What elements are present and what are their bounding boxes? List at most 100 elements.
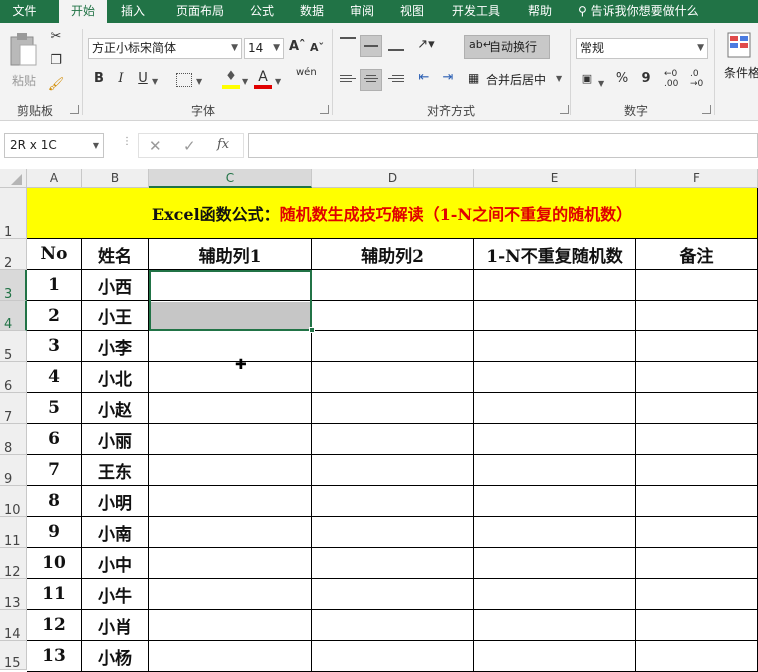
table-cell[interactable]	[312, 486, 474, 517]
grow-font-icon[interactable]: Aˆ	[289, 39, 306, 54]
select-all-corner[interactable]	[0, 169, 27, 188]
orientation-icon[interactable]: ↗▾	[414, 37, 438, 52]
column-header-b[interactable]: B	[82, 169, 149, 188]
tab-data[interactable]: 数据	[290, 0, 334, 23]
tab-view[interactable]: 视图	[390, 0, 434, 23]
table-cell[interactable]	[474, 579, 636, 610]
table-cell[interactable]	[474, 610, 636, 641]
table-cell[interactable]	[149, 610, 312, 641]
table-cell[interactable]: 小赵	[82, 393, 149, 424]
column-header-a[interactable]: A	[27, 169, 82, 188]
row-header[interactable]: 2	[0, 239, 27, 271]
table-cell[interactable]	[636, 393, 758, 424]
increase-indent-icon[interactable]: ⇥	[438, 70, 458, 85]
tab-help[interactable]: 帮助	[518, 0, 562, 23]
table-cell[interactable]: 小牛	[82, 579, 149, 610]
table-cell[interactable]	[312, 393, 474, 424]
borders-icon[interactable]	[176, 73, 192, 87]
bottom-align-icon[interactable]	[388, 37, 404, 51]
table-cell[interactable]	[474, 517, 636, 548]
table-cell[interactable]: 王东	[82, 455, 149, 486]
name-box[interactable]: 2R x 1C ▼	[4, 133, 104, 158]
table-cell[interactable]: 小肖	[82, 610, 149, 641]
table-cell[interactable]	[636, 455, 758, 486]
table-header-cell[interactable]: 备注	[636, 239, 758, 270]
table-header-cell[interactable]: 辅助列2	[312, 239, 474, 270]
number-format-select[interactable]: 常规 ▼	[576, 38, 708, 59]
table-cell[interactable]: 小北	[82, 362, 149, 393]
cut-icon[interactable]: ✂	[46, 29, 66, 44]
alignment-launcher[interactable]	[560, 105, 569, 114]
merge-center-button[interactable]: ▦ 合并后居中 ▼	[466, 71, 562, 91]
cancel-icon[interactable]: ✕	[149, 137, 162, 155]
table-cell[interactable]	[636, 579, 758, 610]
table-cell[interactable]	[636, 548, 758, 579]
table-cell[interactable]: 小西	[82, 270, 149, 301]
decrease-indent-icon[interactable]: ⇤	[414, 70, 434, 85]
row-header[interactable]: 13	[0, 579, 27, 611]
table-cell[interactable]	[312, 517, 474, 548]
tell-me-search[interactable]: ⚲ 告诉我你想要做什么	[578, 0, 699, 23]
paste-button[interactable]: 粘贴	[6, 31, 42, 91]
table-cell[interactable]	[636, 517, 758, 548]
table-cell[interactable]	[312, 610, 474, 641]
decrease-decimal-icon[interactable]: .0 →0	[690, 69, 703, 89]
table-cell[interactable]	[636, 610, 758, 641]
top-align-icon[interactable]	[340, 37, 356, 51]
tab-formulas[interactable]: 公式	[240, 0, 284, 23]
table-cell[interactable]	[474, 270, 636, 301]
align-right-icon[interactable]	[388, 73, 404, 84]
font-launcher[interactable]	[320, 105, 329, 114]
table-cell[interactable]	[312, 641, 474, 672]
tab-page-layout[interactable]: 页面布局	[164, 0, 236, 23]
row-header[interactable]: 6	[0, 362, 27, 394]
table-header-cell[interactable]: 姓名	[82, 239, 149, 270]
table-cell[interactable]: 3	[27, 331, 82, 362]
accounting-format-icon[interactable]: ▣	[578, 72, 596, 85]
table-cell[interactable]: 13	[27, 641, 82, 672]
table-cell[interactable]	[149, 455, 312, 486]
table-cell[interactable]	[636, 331, 758, 362]
chevron-down-icon[interactable]: ▼	[275, 77, 281, 86]
formula-input[interactable]	[248, 133, 758, 158]
row-header[interactable]: 14	[0, 610, 27, 642]
table-cell[interactable]	[474, 486, 636, 517]
table-cell[interactable]	[312, 362, 474, 393]
table-cell[interactable]	[636, 641, 758, 672]
table-cell[interactable]	[149, 517, 312, 548]
row-header[interactable]: 3	[0, 270, 27, 302]
table-cell[interactable]	[312, 424, 474, 455]
row-header[interactable]: 4	[0, 301, 27, 332]
table-cell[interactable]	[149, 424, 312, 455]
tab-developer[interactable]: 开发工具	[440, 0, 512, 23]
table-cell[interactable]	[149, 486, 312, 517]
insert-function-icon[interactable]: fx	[217, 137, 229, 152]
copy-icon[interactable]: ❐	[46, 53, 66, 68]
chevron-down-icon[interactable]: ▼	[242, 77, 248, 86]
font-size-select[interactable]: 14 ▼	[244, 38, 284, 59]
table-cell[interactable]	[474, 331, 636, 362]
table-cell[interactable]	[149, 548, 312, 579]
column-header-c[interactable]: C	[149, 169, 312, 188]
table-cell[interactable]: 小丽	[82, 424, 149, 455]
table-cell[interactable]	[636, 270, 758, 301]
fill-color-icon[interactable]: ♦	[222, 69, 240, 91]
table-cell[interactable]: 12	[27, 610, 82, 641]
chevron-down-icon[interactable]: ▼	[196, 77, 202, 86]
table-cell[interactable]	[474, 548, 636, 579]
table-cell[interactable]: 5	[27, 393, 82, 424]
fill-handle[interactable]	[309, 327, 315, 333]
table-cell[interactable]	[312, 331, 474, 362]
percent-button[interactable]: %	[614, 71, 630, 86]
bold-button[interactable]: B	[92, 71, 106, 86]
clipboard-launcher[interactable]	[70, 105, 79, 114]
row-header[interactable]: 5	[0, 331, 27, 363]
title-cell[interactable]: Excel函数公式： 随机数生成技巧解读（1-N之间不重复的随机数）	[27, 188, 758, 239]
table-cell[interactable]: 小杨	[82, 641, 149, 672]
table-cell[interactable]: 11	[27, 579, 82, 610]
number-launcher[interactable]	[702, 105, 711, 114]
table-cell[interactable]	[312, 579, 474, 610]
chevron-down-icon[interactable]: ▼	[152, 77, 158, 86]
conditional-format-button[interactable]: 条件格式	[724, 31, 758, 101]
table-cell[interactable]	[474, 455, 636, 486]
